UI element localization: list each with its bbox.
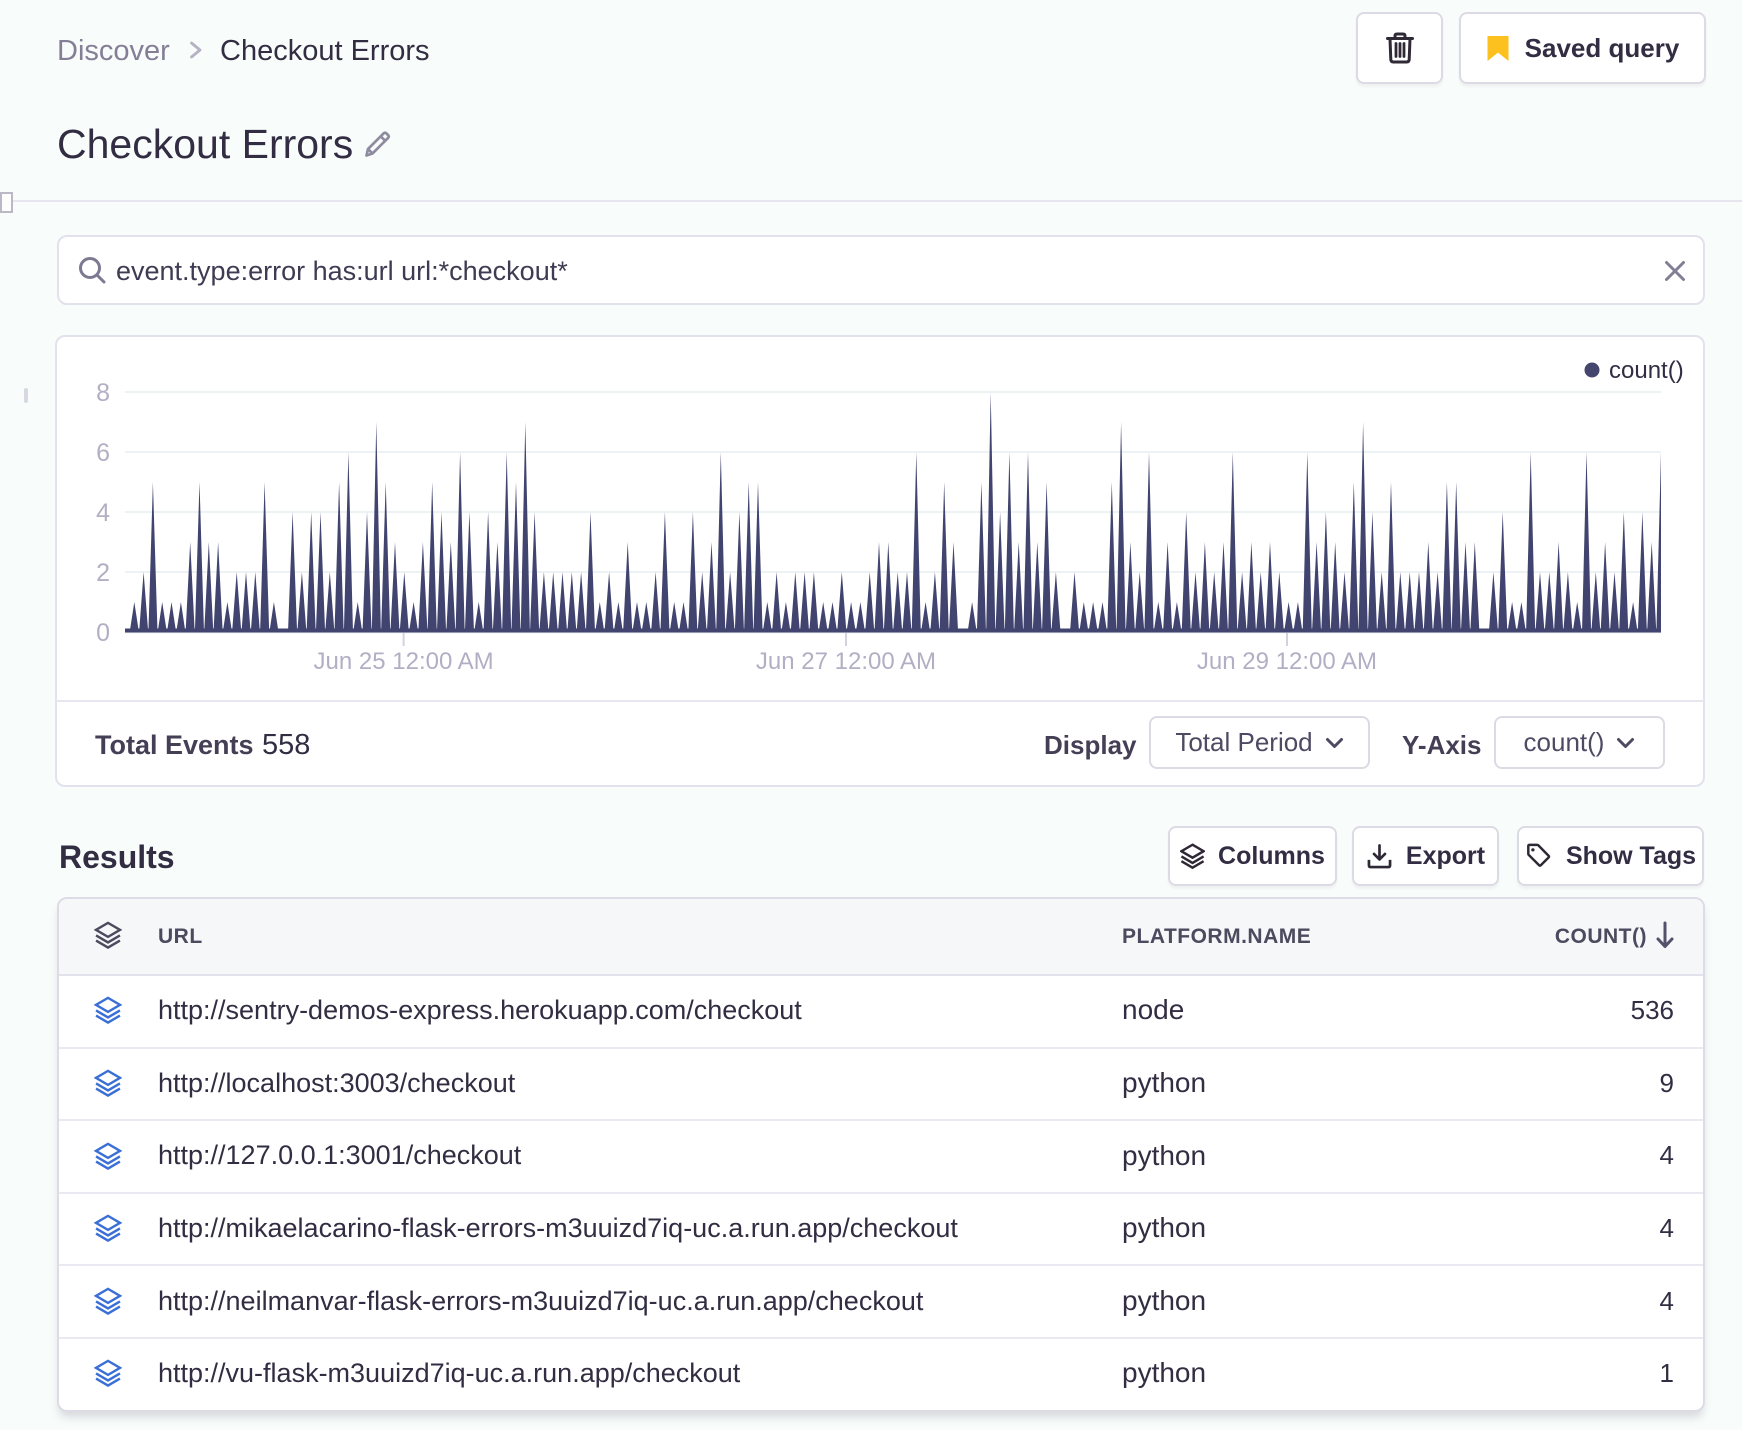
svg-text:4: 4 bbox=[96, 499, 110, 527]
svg-text:6: 6 bbox=[96, 439, 110, 467]
svg-text:Jun 29 12:00 AM: Jun 29 12:00 AM bbox=[1197, 648, 1377, 675]
svg-text:0: 0 bbox=[96, 619, 110, 647]
svg-text:count(): count() bbox=[1609, 357, 1684, 384]
svg-text:2: 2 bbox=[96, 559, 110, 587]
svg-text:Jun 27 12:00 AM: Jun 27 12:00 AM bbox=[756, 648, 936, 675]
svg-text:8: 8 bbox=[96, 379, 110, 407]
svg-text:Jun 25 12:00 AM: Jun 25 12:00 AM bbox=[314, 648, 494, 675]
